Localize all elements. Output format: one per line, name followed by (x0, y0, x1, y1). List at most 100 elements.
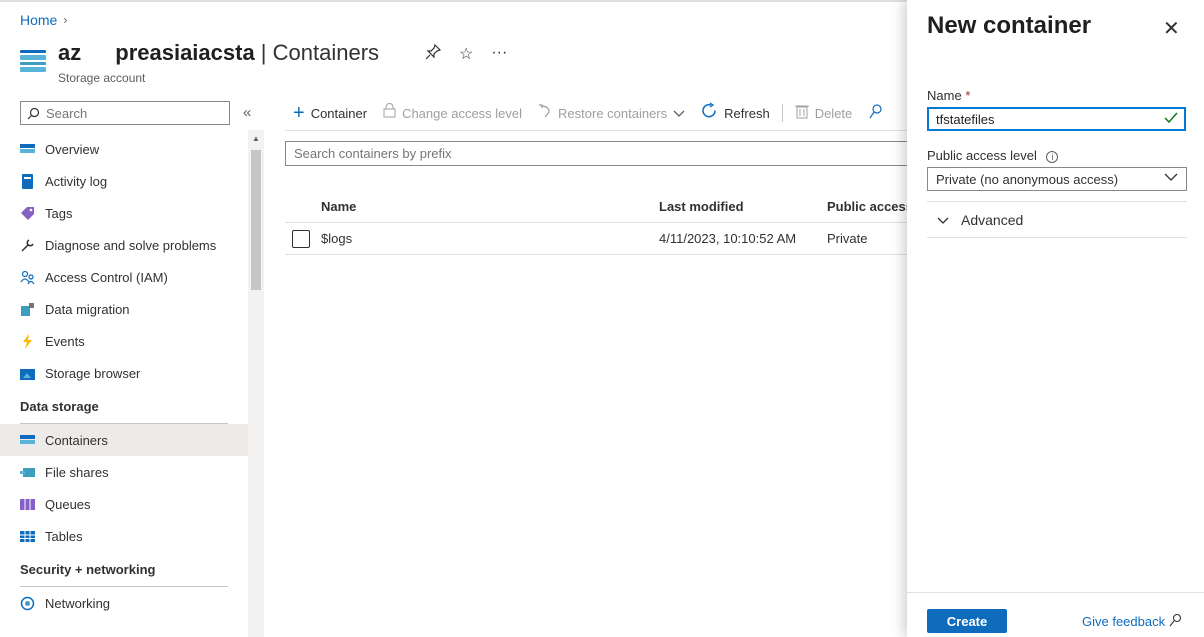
sidebar-item-overview[interactable]: Overview (0, 133, 248, 165)
sidebar-item-iam[interactable]: Access Control (IAM) (0, 261, 248, 293)
sidebar-item-label: Tables (45, 528, 83, 544)
header-actions: ☆ ··· (425, 43, 507, 65)
resource-name-part1: az (58, 40, 82, 65)
sidebar-scrollbar[interactable]: ▲ (248, 130, 264, 637)
feedback-icon (1169, 613, 1183, 630)
sidebar-item-tags[interactable]: Tags (0, 197, 248, 229)
scroll-up-icon[interactable]: ▲ (252, 134, 260, 143)
feedback-icon (868, 103, 884, 124)
change-access-level-button[interactable]: Change access level (375, 100, 530, 126)
breadcrumb: Home › (20, 12, 67, 28)
section-data-storage: Data storage (20, 398, 99, 414)
info-icon[interactable]: i (1046, 151, 1059, 163)
advanced-label: Advanced (961, 211, 1024, 228)
tag-icon (20, 206, 35, 221)
public-access-value: Private (no anonymous access) (936, 171, 1119, 187)
chevron-down-icon (937, 212, 949, 228)
sidebar-item-label: Access Control (IAM) (45, 269, 168, 285)
refresh-label: Refresh (724, 105, 770, 121)
row-select-cell (285, 229, 321, 248)
containers-grid: Name Last modified Public access $logs 4… (285, 190, 925, 255)
resource-type: Storage account (58, 71, 146, 85)
grid-header: Name Last modified Public access (285, 190, 925, 223)
public-access-dropdown[interactable]: Private (no anonymous access) (927, 167, 1187, 191)
sidebar-item-events[interactable]: Events (0, 325, 248, 357)
sidebar-item-label: Queues (45, 496, 91, 512)
page-title: az preasiaiacsta | Containers (58, 40, 379, 66)
sidebar-item-diagnose[interactable]: Diagnose and solve problems (0, 229, 248, 261)
last-modified-cell: 4/11/2023, 10:10:52 AM (659, 231, 797, 246)
tables-icon (20, 529, 35, 544)
sidebar-item-queues[interactable]: Queues (0, 488, 248, 520)
table-row[interactable]: $logs 4/11/2023, 10:10:52 AM Private (285, 223, 925, 255)
data-migration-icon (20, 302, 35, 317)
lightning-icon (20, 333, 35, 349)
column-header-last-modified[interactable]: Last modified (659, 199, 827, 214)
sidebar-item-label: Containers (45, 432, 108, 448)
close-icon[interactable]: ✕ (1163, 16, 1180, 41)
sidebar-item-containers[interactable]: Containers (0, 424, 248, 456)
chevron-right-icon: › (63, 13, 68, 27)
create-button[interactable]: Create (927, 609, 1007, 633)
search-icon (27, 107, 40, 119)
queues-icon (20, 497, 35, 512)
container-name-cell[interactable]: $logs (321, 231, 659, 246)
container-name-field[interactable] (927, 107, 1186, 131)
undo-icon (538, 103, 552, 123)
container-name-input[interactable] (936, 111, 1156, 127)
sidebar-item-networking[interactable]: Networking (0, 587, 248, 619)
new-container-panel: New container ✕ Name * Public access lev… (907, 0, 1204, 637)
sidebar-item-label: Networking (45, 595, 111, 611)
sidebar-item-label: Tags (45, 205, 73, 221)
container-prefix-filter[interactable] (285, 141, 925, 166)
sidebar-search-input[interactable] (46, 105, 216, 121)
footer-divider (907, 592, 1204, 593)
networking-icon (20, 596, 35, 611)
page-name: Containers (272, 40, 380, 65)
section-security-networking: Security + networking (20, 561, 156, 577)
refresh-button[interactable]: Refresh (693, 100, 778, 126)
advanced-section-toggle[interactable]: Advanced (927, 201, 1187, 238)
plus-icon: + (293, 101, 305, 124)
sidebar-item-activity-log[interactable]: Activity log (0, 165, 248, 197)
sidebar-item-label: Events (45, 333, 85, 349)
sidebar-item-label: Activity log (45, 173, 108, 189)
sidebar-item-file-shares[interactable]: File shares (0, 456, 248, 488)
sidebar-item-label: File shares (45, 464, 109, 480)
restore-containers-button[interactable]: Restore containers (530, 100, 693, 126)
refresh-icon (701, 102, 718, 124)
sidebar-item-data-migration[interactable]: Data migration (0, 293, 248, 325)
sidebar-item-label: Diagnose and solve problems (45, 237, 217, 253)
resource-name-part2: preasiaiacsta (115, 40, 255, 65)
give-feedback-label: Give feedback (1082, 614, 1166, 629)
collapse-sidebar-icon[interactable]: « (243, 104, 251, 121)
sidebar-item-tables[interactable]: Tables (0, 520, 248, 552)
file-shares-icon (20, 465, 35, 480)
prefix-search-input[interactable] (294, 146, 894, 161)
lock-icon (383, 103, 396, 123)
sidebar-search[interactable] (20, 101, 230, 125)
activity-log-icon (20, 173, 35, 189)
name-label: Name * (927, 88, 970, 103)
pin-icon[interactable] (425, 43, 442, 65)
favorite-star-icon[interactable]: ☆ (459, 44, 473, 65)
add-container-button[interactable]: + Container (285, 100, 375, 126)
storage-browser-icon (20, 366, 35, 381)
delete-button[interactable]: Delete (787, 100, 861, 126)
more-options-icon[interactable]: ··· (491, 44, 507, 65)
overview-icon (20, 142, 35, 157)
sidebar-nav: Overview Activity log Tags Diagnose and … (0, 133, 248, 619)
sidebar-item-storage-browser[interactable]: Storage browser (0, 357, 248, 389)
people-icon (20, 270, 35, 285)
give-feedback-link[interactable]: Give feedback (1082, 613, 1183, 630)
storage-container-icon (20, 50, 46, 72)
containers-icon (20, 433, 35, 448)
row-checkbox[interactable] (292, 229, 310, 248)
wrench-icon (20, 238, 35, 253)
column-header-name[interactable]: Name (321, 199, 659, 214)
feedback-toolbar-button[interactable] (860, 100, 892, 126)
scrollbar-thumb[interactable] (251, 150, 261, 290)
sidebar-item-label: Storage browser (45, 365, 141, 381)
breadcrumb-home-link[interactable]: Home (20, 12, 57, 28)
sidebar-item-label: Overview (45, 141, 100, 157)
